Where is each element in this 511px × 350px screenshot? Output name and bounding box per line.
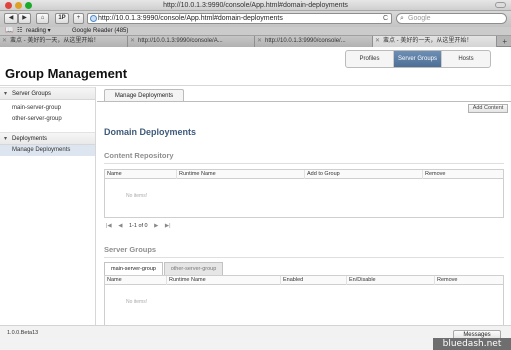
bookmark-google-reader[interactable]: Google Reader (485)	[72, 27, 128, 35]
bookmark-reading[interactable]: reading ▾	[26, 27, 51, 35]
close-tab-icon[interactable]: ✕	[2, 36, 7, 47]
divider	[104, 163, 504, 164]
close-tab-icon[interactable]: ✕	[375, 36, 380, 47]
browser-tab-label: http://10.0.1.3:9990/console/A...	[138, 38, 223, 44]
1password-button[interactable]: 1P	[55, 13, 69, 24]
search-field[interactable]: ⌕ Google	[396, 13, 507, 24]
top-navigation: Profiles Server Groups Hosts	[345, 50, 491, 68]
column-header-runtime-name[interactable]: Runtime Name	[167, 276, 281, 285]
back-button[interactable]: ◀	[4, 13, 18, 24]
globe-icon	[90, 15, 97, 22]
column-header-remove[interactable]: Remove	[423, 170, 503, 179]
column-header-name[interactable]: Name	[105, 170, 177, 179]
next-page-button[interactable]: ▶	[154, 223, 158, 229]
divider	[104, 257, 504, 258]
column-header-remove[interactable]: Remove	[435, 276, 503, 285]
table-header: Name Runtime Name Enabled En/Disable Rem…	[105, 276, 503, 285]
search-placeholder: Google	[408, 15, 431, 22]
sidebar: ▾ Server Groups main-server-group other-…	[0, 87, 96, 325]
main-content: Manage Deployments Add Content Domain De…	[97, 87, 511, 325]
watermark: bluedash.net	[433, 338, 511, 350]
tab-main-server-group[interactable]: main-server-group	[104, 262, 163, 275]
tab-hosts[interactable]: Hosts	[442, 51, 490, 67]
tab-other-server-group[interactable]: other-server-group	[164, 262, 223, 275]
bookmarks-bar: 📖 ☷ reading ▾ Google Reader (485)	[0, 27, 511, 36]
tab-server-groups[interactable]: Server Groups	[394, 51, 442, 67]
search-icon: ⌕	[400, 15, 404, 22]
sidebar-item-main-server-group[interactable]: main-server-group	[0, 103, 95, 114]
browser-tab-active[interactable]: ✕ 蛮点 - 美好的一天，从这里开始！	[373, 36, 497, 47]
sidebar-section-deployments[interactable]: ▾ Deployments	[0, 132, 95, 145]
close-tab-icon[interactable]: ✕	[257, 36, 262, 47]
reload-button[interactable]: C	[383, 14, 388, 23]
section-title: Domain Deployments	[104, 127, 197, 137]
empty-table-message: No items!	[126, 193, 148, 199]
column-header-en-disable[interactable]: En/Disable	[347, 276, 435, 285]
version-label: 1.0.0.Beta13	[7, 330, 39, 336]
column-header-runtime-name[interactable]: Runtime Name	[177, 170, 305, 179]
app-header: Group Management Profiles Server Groups …	[0, 47, 511, 86]
pager-status: 1-1 of 0	[128, 223, 148, 229]
top-sites-icon[interactable]: ☷	[17, 27, 22, 35]
last-page-button[interactable]: ▶|	[165, 223, 171, 229]
browser-tab[interactable]: ✕ http://10.0.1.3:9990/console/A...	[128, 36, 255, 47]
sidebar-section-label: Server Groups	[12, 91, 52, 97]
add-content-button[interactable]: Add Content	[468, 104, 508, 113]
show-all-bookmarks-icon[interactable]: 📖	[5, 27, 14, 35]
toolbar-toggle-button[interactable]	[495, 2, 506, 8]
chevron-down-icon: ▾	[4, 91, 8, 97]
first-page-button[interactable]: |◀	[106, 223, 112, 229]
server-groups-title: Server Groups	[104, 245, 157, 254]
new-tab-button[interactable]: +	[502, 36, 507, 47]
add-bookmark-button[interactable]: +	[73, 13, 84, 24]
close-tab-icon[interactable]: ✕	[130, 36, 135, 47]
browser-tab[interactable]: ✕ 蛮点 - 美好的一天，从这里开始！	[0, 36, 128, 47]
browser-tab[interactable]: ✕ http://10.0.1.3:9990/console/...	[255, 36, 373, 47]
sidebar-item-manage-deployments[interactable]: Manage Deployments	[0, 145, 95, 156]
home-button[interactable]: ⌂	[36, 13, 49, 24]
url-field[interactable]: http://10.0.1.3:9990/console/App.html#do…	[87, 13, 392, 24]
url-text: http://10.0.1.3:9990/console/App.html#do…	[98, 15, 283, 22]
forward-button[interactable]: ▶	[18, 13, 31, 24]
browser-tab-label: 蛮点 - 美好的一天，从这里开始！	[10, 38, 100, 44]
content-repository-title: Content Repository	[104, 151, 174, 160]
content-repository-table: Name Runtime Name Add to Group Remove No…	[104, 169, 504, 218]
tab-profiles[interactable]: Profiles	[346, 51, 394, 67]
page-title: Group Management	[5, 66, 128, 81]
column-header-add-to-group[interactable]: Add to Group	[305, 170, 423, 179]
sidebar-section-label: Deployments	[12, 136, 48, 142]
window-title: http://10.0.1.3:9990/console/App.html#do…	[163, 2, 348, 9]
empty-table-message: No items!	[126, 299, 148, 305]
browser-tab-label: 蛮点 - 美好的一天，从这里开始！	[383, 38, 473, 44]
browser-tab-label: http://10.0.1.3:9990/console/...	[265, 38, 346, 44]
pager: |◀ ◀ 1-1 of 0 ▶ ▶|	[106, 223, 176, 229]
server-groups-table: Name Runtime Name Enabled En/Disable Rem…	[104, 275, 504, 325]
chevron-down-icon: ▾	[4, 136, 8, 142]
browser-tabs: ✕ 蛮点 - 美好的一天，从这里开始！ ✕ http://10.0.1.3:99…	[0, 36, 511, 47]
sidebar-section-server-groups[interactable]: ▾ Server Groups	[0, 87, 95, 100]
window-titlebar: http://10.0.1.3:9990/console/App.html#do…	[0, 0, 511, 11]
table-header: Name Runtime Name Add to Group Remove	[105, 170, 503, 179]
tab-divider	[97, 101, 511, 102]
previous-page-button[interactable]: ◀	[118, 223, 122, 229]
column-header-name[interactable]: Name	[105, 276, 167, 285]
column-header-enabled[interactable]: Enabled	[281, 276, 347, 285]
browser-toolbar: ◀ ▶ ⌂ 1P + http://10.0.1.3:9990/console/…	[0, 11, 511, 27]
sidebar-item-other-server-group[interactable]: other-server-group	[0, 114, 95, 125]
